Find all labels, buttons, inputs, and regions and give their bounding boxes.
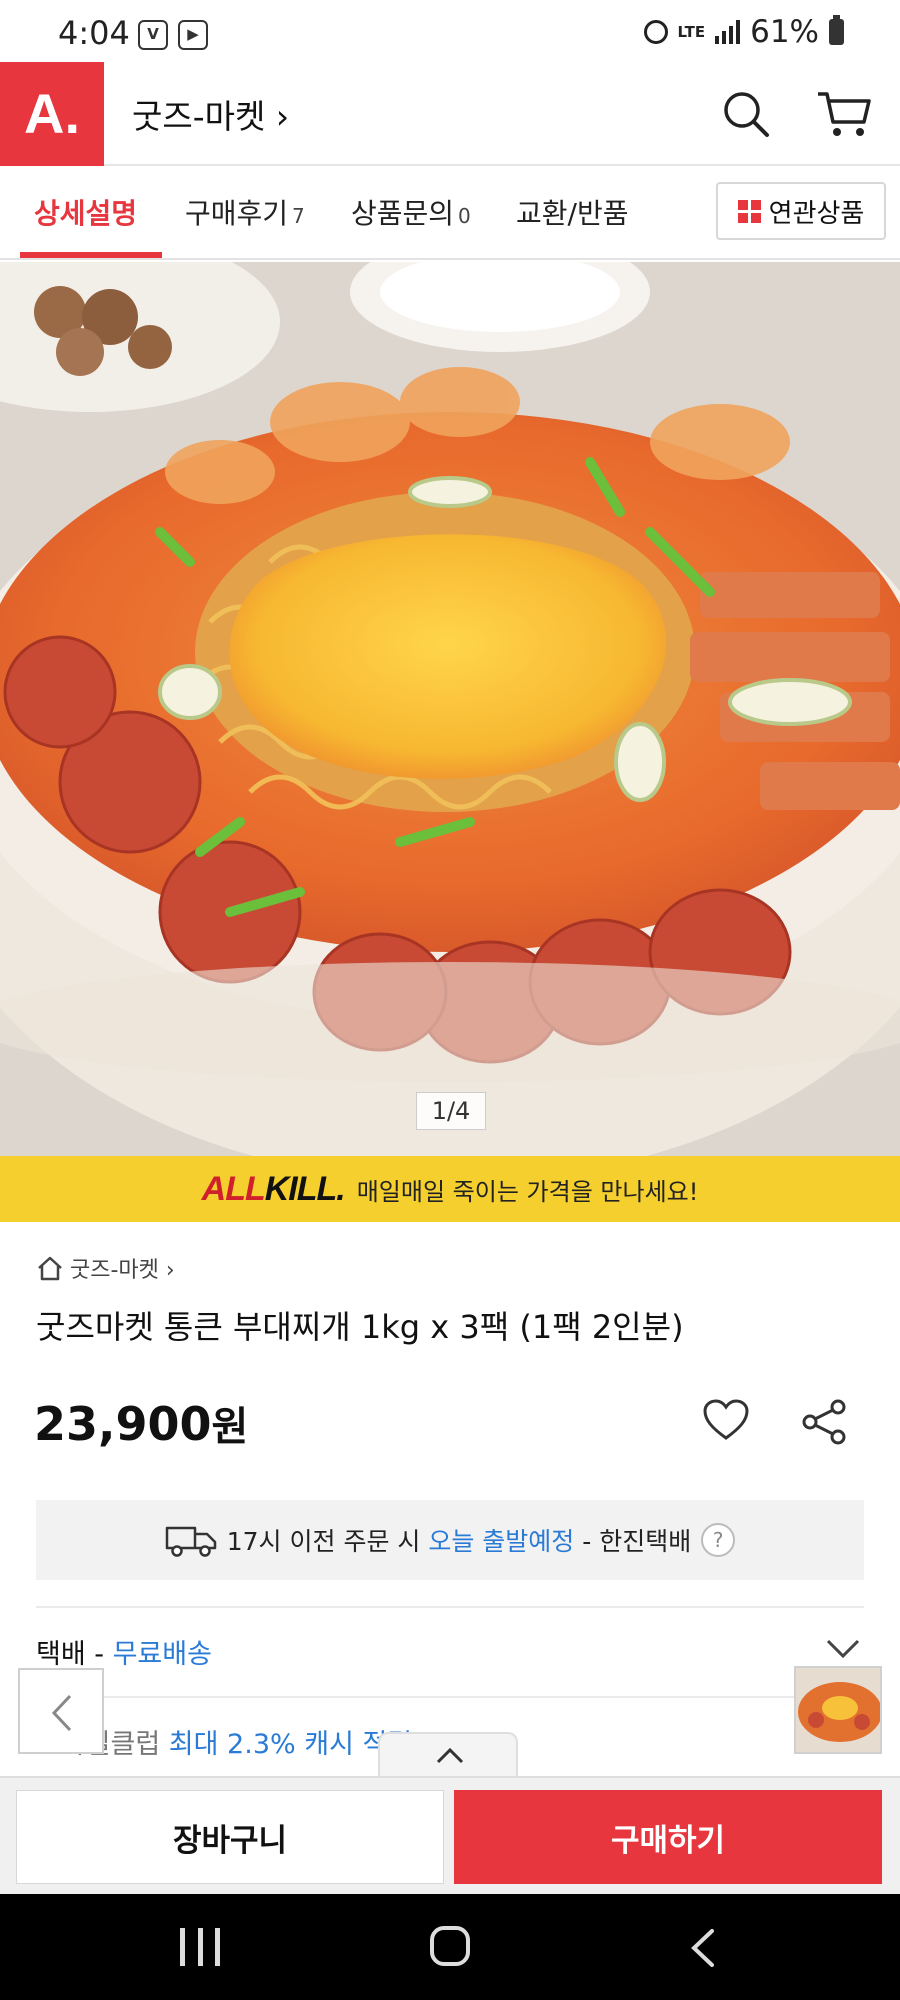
tab-label: 구매후기 <box>185 197 289 230</box>
allkill-promo-banner[interactable]: ALLKILL. 매일매일 죽이는 가격을 만나세요! <box>0 1156 900 1222</box>
media-icon: ▶ <box>178 20 208 50</box>
add-to-cart-button[interactable]: 장바구니 <box>16 1790 444 1884</box>
delivery-value: 무료배송 <box>112 1639 212 1670</box>
tab-reviews[interactable]: 구매후기 7 <box>185 192 305 232</box>
stew-illustration <box>0 262 900 1156</box>
collapse-handle[interactable] <box>378 1732 518 1778</box>
tab-label: 상품문의 <box>351 197 455 230</box>
delivery-option[interactable]: 택배 - 무료배송 <box>36 1632 212 1671</box>
signal-icon <box>715 20 741 44</box>
search-icon[interactable] <box>722 90 770 138</box>
buy-now-button[interactable]: 구매하기 <box>454 1790 882 1884</box>
related-products-label: 연관상품 <box>768 198 865 229</box>
detail-tabs: 상세설명 구매후기 7 상품문의 0 교환/반품 연관상품 <box>0 168 900 260</box>
battery-percent: 61% <box>750 14 819 50</box>
club-value: 최대 2.3% 캐시 적립 <box>168 1729 413 1760</box>
purchase-bar: 장바구니 구매하기 <box>0 1776 900 1894</box>
cart-icon[interactable] <box>816 88 872 140</box>
tab-label: 상세설명 <box>34 197 138 230</box>
tab-description[interactable]: 상세설명 <box>34 192 137 232</box>
divider <box>36 1606 864 1608</box>
delivery-label: 택배 - <box>36 1639 113 1670</box>
tab-label: 교환/반품 <box>516 197 629 230</box>
grid-icon <box>737 199 761 223</box>
product-thumbnail[interactable] <box>794 1666 882 1754</box>
product-price: 23,900원 <box>34 1394 248 1452</box>
truck-icon <box>165 1526 216 1557</box>
back-button[interactable] <box>18 1668 104 1754</box>
image-counter: 1/4 <box>416 1092 486 1130</box>
tab-returns[interactable]: 교환/반품 <box>516 192 628 232</box>
back-icon[interactable] <box>688 1928 718 1968</box>
price-amount: 23,900 <box>34 1397 212 1451</box>
breadcrumb[interactable]: 굿즈-마켓 › <box>36 1252 175 1284</box>
help-icon[interactable]: ? <box>701 1523 736 1557</box>
tab-count: 7 <box>292 204 305 228</box>
share-icon[interactable] <box>800 1398 848 1446</box>
breadcrumb-store: 굿즈-마켓 › <box>70 1258 175 1283</box>
thumbnail-image <box>796 1668 880 1752</box>
app-header: A. 굿즈-마켓 › <box>0 62 900 166</box>
shipping-info: 17시 이전 주문 시 오늘 출발예정 - 한진택배 ? <box>36 1500 864 1580</box>
system-nav-bar <box>0 1894 900 2000</box>
home-button-icon[interactable] <box>430 1926 470 1966</box>
product-image[interactable] <box>0 262 900 1156</box>
product-title: 굿즈마켓 통큰 부대찌개 1kg x 3팩 (1팩 2인분) <box>36 1308 684 1346</box>
tab-count: 0 <box>458 204 471 228</box>
tab-inquiries[interactable]: 상품문의 0 <box>351 192 471 232</box>
active-tab-indicator <box>20 252 162 258</box>
promo-text: 매일매일 죽이는 가격을 만나세요! <box>356 1177 699 1206</box>
status-left-icons: V ▶ <box>138 20 208 50</box>
status-bar: 4:04 V ▶ LTE 61% <box>0 0 900 62</box>
price-currency: 원 <box>211 1404 249 1450</box>
chevron-down-icon[interactable] <box>826 1638 860 1660</box>
home-icon <box>38 1256 62 1281</box>
chevron-left-icon <box>51 1694 72 1732</box>
shipping-text: 17시 이전 주문 시 오늘 출발예정 - 한진택배 <box>226 1527 692 1556</box>
recents-icon[interactable] <box>180 1928 220 1966</box>
status-time: 4:04 <box>58 14 130 52</box>
battery-icon <box>829 15 844 45</box>
related-products-button[interactable]: 연관상품 <box>716 182 886 240</box>
vowifi-icon: V <box>138 20 168 50</box>
divider <box>36 1696 864 1698</box>
lte-icon: LTE <box>677 23 706 41</box>
app-logo[interactable]: A. <box>0 62 104 166</box>
status-right-icons: LTE 61% <box>643 14 844 50</box>
alarm-icon <box>643 20 668 44</box>
chevron-up-icon <box>436 1747 464 1764</box>
heart-icon[interactable] <box>702 1398 750 1442</box>
store-title-link[interactable]: 굿즈-마켓 › <box>132 90 289 138</box>
allkill-logo: ALLKILL. <box>201 1169 346 1208</box>
